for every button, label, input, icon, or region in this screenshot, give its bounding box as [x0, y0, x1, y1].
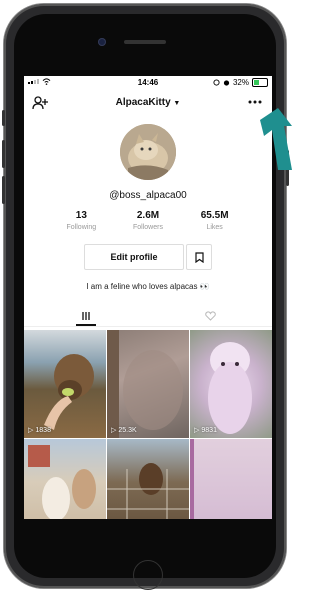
rock-thumbnail-image: [107, 330, 183, 438]
video-thumbnail[interactable]: [24, 439, 106, 519]
fence-alpaca-thumbnail-image: [107, 463, 189, 519]
app-screen: 14:46 32% AlpacaKitty ▼ @boss_alpaca00 1…: [24, 76, 272, 519]
chevron-down-icon: ▼: [173, 100, 181, 107]
username-label: AlpacaKitty: [115, 97, 171, 108]
profile-header: AlpacaKitty ▼: [24, 92, 272, 114]
pointer-arrow-icon: [260, 108, 292, 170]
video-grid: ▷ 1838 ▷ 25.3K ▷ 9831: [24, 330, 272, 519]
liked-heart-icon: [204, 311, 216, 321]
view-count-value: 1838: [35, 426, 51, 434]
battery-percent: 32%: [232, 78, 249, 87]
grid-icon: [82, 312, 90, 320]
favorites-button[interactable]: [186, 244, 212, 270]
play-icon: ▷: [194, 427, 200, 434]
mute-switch: [2, 110, 5, 126]
pink-alpaca-thumbnail-image: [208, 342, 252, 434]
video-thumbnail[interactable]: ▷ 1838: [24, 330, 106, 438]
profile-handle: @boss_alpaca00: [109, 190, 187, 201]
play-icon: ▷: [111, 427, 117, 434]
pink-thumbnail-image: [190, 439, 272, 519]
username-switcher[interactable]: AlpacaKitty ▼: [24, 97, 272, 108]
earpiece-speaker: [124, 40, 166, 44]
profile-stats: 13 Following 2.6M Followers 65.5M Likes: [24, 210, 272, 231]
profile-bio: I am a feline who loves alpacas 👀: [86, 282, 210, 291]
video-thumbnail[interactable]: [107, 439, 189, 519]
alpaca-thumbnail-image: [44, 354, 94, 430]
cat-avatar-image: [120, 124, 176, 180]
content-tabs: [24, 306, 272, 327]
view-count: ▷ 1838: [28, 426, 51, 435]
video-thumbnail[interactable]: ▷ 25.3K: [107, 330, 189, 438]
alarm-icon: [223, 80, 230, 86]
battery-icon: [252, 78, 268, 87]
stat-label: Following: [66, 224, 97, 231]
alpaca-herd-thumbnail-image: [28, 445, 96, 519]
view-count: ▷ 9831: [194, 426, 217, 435]
video-thumbnail[interactable]: [190, 439, 272, 519]
stat-value: 2.6M: [136, 210, 160, 221]
stat-following[interactable]: 13 Following: [51, 210, 111, 231]
stat-value: 65.5M: [200, 210, 229, 221]
view-count-value: 9831: [201, 426, 217, 434]
tab-videos[interactable]: [24, 306, 148, 326]
play-icon: ▷: [28, 427, 34, 434]
volume-up-button: [2, 140, 5, 168]
active-tab-indicator: [76, 324, 96, 326]
view-count: ▷ 25.3K: [111, 426, 137, 435]
volume-down-button: [2, 176, 5, 204]
status-bar: 14:46 32%: [24, 76, 272, 90]
avatar[interactable]: [120, 124, 176, 180]
stat-likes[interactable]: 65.5M Likes: [185, 210, 245, 231]
location-icon: [213, 79, 220, 86]
stat-followers[interactable]: 2.6M Followers: [118, 210, 178, 231]
front-camera: [98, 38, 106, 46]
view-count-value: 25.3K: [118, 426, 137, 434]
status-right: 32%: [213, 78, 268, 87]
home-button[interactable]: [133, 560, 163, 590]
more-options-icon[interactable]: [248, 100, 262, 104]
stat-value: 13: [75, 210, 87, 221]
tab-liked[interactable]: [148, 306, 272, 326]
stat-label: Followers: [133, 224, 163, 231]
stat-label: Likes: [206, 224, 223, 231]
video-thumbnail[interactable]: ▷ 9831: [190, 330, 272, 438]
bookmark-icon: [194, 251, 204, 263]
edit-profile-button[interactable]: Edit profile: [84, 244, 184, 270]
